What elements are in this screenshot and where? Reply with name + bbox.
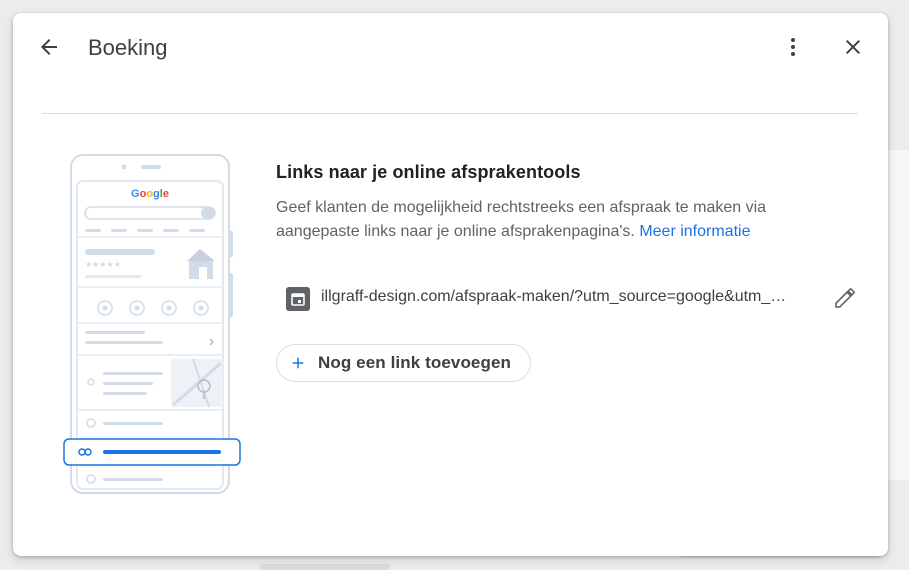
svg-text:★★★★★: ★★★★★ <box>85 260 121 269</box>
svg-text:Google: Google <box>131 188 169 200</box>
add-link-label: Nog een link toevoegen <box>318 353 512 372</box>
back-button[interactable] <box>31 29 67 65</box>
add-link-button[interactable]: Nog een link toevoegen <box>276 344 532 382</box>
booking-dialog: Boeking Google ★★★★★ Links naar je onlin… <box>13 13 888 556</box>
header-divider <box>42 113 858 114</box>
section-description: Geef klanten de mogelijkheid rechtstreek… <box>276 196 846 244</box>
booking-link-row: illgraff-design.com/afspraak-maken/?utm_… <box>286 287 866 311</box>
dialog-title: Boeking <box>88 35 168 60</box>
section-title: Links naar je online afsprakentools <box>276 162 581 182</box>
learn-more-link[interactable]: Meer informatie <box>639 223 750 240</box>
background-text-line <box>260 564 390 570</box>
phone-illustration: Google ★★★★★ <box>63 154 241 494</box>
pencil-icon <box>835 288 855 308</box>
calendar-icon <box>286 287 310 311</box>
close-icon <box>846 40 860 54</box>
arrow-left-icon <box>41 39 57 55</box>
more-options-button[interactable] <box>775 29 811 65</box>
booking-link-url: illgraff-design.com/afspraak-maken/?utm_… <box>321 288 791 305</box>
close-button[interactable] <box>835 29 871 65</box>
plus-icon <box>292 357 304 369</box>
edit-link-button[interactable] <box>829 282 861 314</box>
more-vert-icon <box>791 38 795 56</box>
